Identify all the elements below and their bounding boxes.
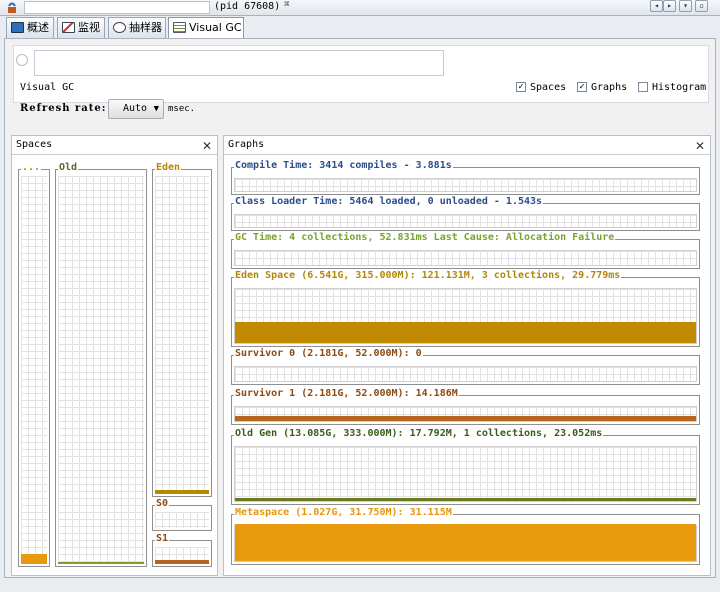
graphs-panel-header: Graphs ✕ [224,136,710,155]
close-icon[interactable]: ✕ [202,137,212,155]
eden-space-grid [155,176,209,494]
dropdown-icon[interactable]: ▾ [679,0,692,12]
graphs-panel: Graphs ✕ Compile Time: 3414 compiles - 3… [223,135,711,576]
spaces-panel: Spaces ✕ ... Old Eden S0 S1 [11,135,218,576]
refresh-rate-value: Auto [123,103,148,114]
graph-grid [234,366,697,382]
header-field [34,50,444,76]
metaspace-graph: Metaspace (1.027G, 31.750M): 31.115M [231,507,700,565]
perm-space-label: ... [21,162,42,173]
survivor-0-graph: Survivor 0 (2.181G, 52.000M): 0 [231,348,700,385]
compile-time-graph: Compile Time: 3414 compiles - 3.881s [231,160,700,195]
graph-label: Metaspace (1.027G, 31.750M): 31.115M [234,507,453,518]
metaspace-graph-fill [235,524,696,561]
close-tab-icon[interactable]: ⌘ [284,0,289,10]
spaces-panel-header: Spaces ✕ [12,136,217,155]
old-space-label: Old [58,162,79,173]
s0-space-box: S0 [152,498,212,531]
s1-space-label: S1 [155,533,170,544]
old-space-fill [58,562,144,564]
graphs-panel-title: Graphs [228,139,265,150]
s1-space-grid [155,547,209,564]
eden-space-box: Eden [152,162,212,497]
graph-grid [234,288,697,344]
refresh-unit-label: msec. [168,104,196,114]
graph-grid [234,250,697,266]
graph-label: Class Loader Time: 5464 loaded, 0 unload… [234,196,544,207]
old-space-box: Old [55,162,147,567]
visual-gc-content: Visual GC ✓ Spaces ✓ Graphs Histogram Re… [4,38,716,578]
graph-label: Survivor 0 (2.181G, 52.000M): 0 [234,348,423,359]
scroll-right-icon[interactable]: ▸ [663,0,676,12]
pid-label: (pid 67608) [214,1,281,12]
overview-icon [11,22,24,33]
title-bar: (pid 67608) ⌘ ◂ ▸ ▾ ▫ [0,0,720,16]
visual-gc-icon [173,22,186,33]
eden-space-graph: Eden Space (6.541G, 315.000M): 121.131M,… [231,270,700,347]
graph-label: Eden Space (6.541G, 315.000M): 121.131M,… [234,270,622,281]
perm-space-grid [21,176,47,564]
tab-label: 监视 [78,21,100,34]
header-box: Visual GC ✓ Spaces ✓ Graphs Histogram [13,45,709,103]
s0-space-grid [155,512,209,528]
s1-space-fill [155,560,209,564]
close-icon[interactable]: ✕ [695,137,705,155]
old-gen-graph: Old Gen (13.085G, 333.000M): 17.792M, 1 … [231,428,700,505]
spaces-panel-title: Spaces [16,139,53,150]
view-title: Visual GC [20,82,75,93]
tab-visual-gc[interactable]: Visual GC [168,17,244,39]
graph-label: Old Gen (13.085G, 333.000M): 17.792M, 1 … [234,428,604,439]
gc-time-graph: GC Time: 4 collections, 52.831ms Last Ca… [231,232,700,269]
s1-space-box: S1 [152,533,212,567]
title-field [24,1,210,14]
histogram-checkbox[interactable] [638,82,648,92]
tab-overview[interactable]: 概述 [6,17,54,38]
graphs-checkbox-label: Graphs [591,82,628,93]
tab-label: 抽样器 [129,21,162,34]
monitor-icon [62,22,75,33]
histogram-checkbox-label: Histogram [652,82,707,93]
tab-monitor[interactable]: 监视 [57,17,105,38]
graph-grid [234,214,697,228]
graph-grid [234,406,697,422]
graph-grid [234,524,697,562]
graph-grid [234,446,697,502]
eden-space-label: Eden [155,162,182,173]
restore-icon[interactable]: ▫ [695,0,708,12]
spaces-checkbox[interactable]: ✓ [516,82,526,92]
spaces-checkbox-label: Spaces [530,82,567,93]
class-loader-graph: Class Loader Time: 5464 loaded, 0 unload… [231,196,700,231]
tab-label: Visual GC [189,21,242,34]
graph-label: Compile Time: 3414 compiles - 3.881s [234,160,453,171]
old-gen-graph-fill [235,498,696,501]
graph-label: GC Time: 4 collections, 52.831ms Last Ca… [234,232,616,243]
s0-space-label: S0 [155,498,170,509]
chevron-down-icon: ▼ [153,104,159,114]
sampler-icon [113,22,126,33]
graphs-checkbox[interactable]: ✓ [577,82,587,92]
perm-space-fill [21,554,47,564]
app-icon [6,1,18,14]
status-circle-icon [16,54,28,66]
refresh-rate-select[interactable]: Auto ▼ [108,99,164,119]
refresh-rate-label: Refresh rate: [20,103,107,114]
eden-space-fill [155,490,209,494]
scroll-left-icon[interactable]: ◂ [650,0,663,12]
survivor-1-graph: Survivor 1 (2.181G, 52.000M): 14.186M [231,388,700,425]
eden-graph-fill [235,322,696,343]
graph-grid [234,178,697,192]
survivor-1-graph-fill [235,416,696,421]
graph-label: Survivor 1 (2.181G, 52.000M): 14.186M [234,388,459,399]
perm-space-box: ... [18,162,50,567]
tab-label: 概述 [27,21,49,34]
tab-sampler[interactable]: 抽样器 [108,17,166,38]
old-space-grid [58,176,144,564]
